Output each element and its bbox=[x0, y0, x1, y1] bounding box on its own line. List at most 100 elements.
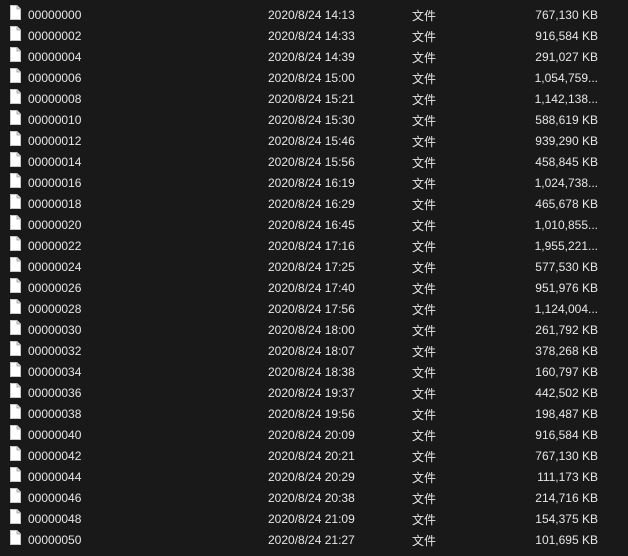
file-size: 1,054,759... bbox=[534, 71, 598, 85]
file-date-modified: 2020/8/24 15:56 bbox=[268, 155, 355, 169]
file-type: 文件 bbox=[412, 261, 437, 275]
file-row[interactable]: 00000030 2020/8/24 18:00 文件 261,792 KB bbox=[0, 319, 628, 340]
file-row[interactable]: 00000002 2020/8/24 14:33 文件 916,584 KB bbox=[0, 25, 628, 46]
file-type: 文件 bbox=[412, 513, 437, 527]
file-size: 939,290 KB bbox=[535, 134, 598, 148]
file-row[interactable]: 00000048 2020/8/24 21:09 文件 154,375 KB bbox=[0, 508, 628, 529]
blank-file-icon bbox=[10, 152, 21, 167]
file-row[interactable]: 00000010 2020/8/24 15:30 文件 588,619 KB bbox=[0, 109, 628, 130]
file-size: 916,584 KB bbox=[535, 29, 598, 43]
file-size: 951,976 KB bbox=[535, 281, 598, 295]
file-size: 767,130 KB bbox=[535, 8, 598, 22]
file-row[interactable]: 00000036 2020/8/24 19:37 文件 442,502 KB bbox=[0, 382, 628, 403]
file-row[interactable]: 00000042 2020/8/24 20:21 文件 767,130 KB bbox=[0, 445, 628, 466]
file-row[interactable]: 00000032 2020/8/24 18:07 文件 378,268 KB bbox=[0, 340, 628, 361]
file-type: 文件 bbox=[412, 450, 437, 464]
blank-file-icon bbox=[10, 47, 21, 62]
file-date-modified: 2020/8/24 14:33 bbox=[268, 29, 355, 43]
file-size: 916,584 KB bbox=[535, 428, 598, 442]
file-type: 文件 bbox=[412, 345, 437, 359]
file-row[interactable]: 00000014 2020/8/24 15:56 文件 458,845 KB bbox=[0, 151, 628, 172]
blank-file-icon bbox=[10, 68, 21, 83]
file-name: 00000008 bbox=[28, 92, 82, 106]
file-name: 00000014 bbox=[28, 155, 82, 169]
file-name: 00000016 bbox=[28, 176, 82, 190]
file-name: 00000046 bbox=[28, 491, 82, 505]
file-name: 00000036 bbox=[28, 386, 82, 400]
file-size: 1,142,138... bbox=[534, 92, 598, 106]
file-date-modified: 2020/8/24 20:29 bbox=[268, 470, 355, 484]
blank-file-icon bbox=[10, 257, 21, 272]
blank-file-icon bbox=[10, 383, 21, 398]
file-type: 文件 bbox=[412, 177, 437, 191]
file-date-modified: 2020/8/24 16:45 bbox=[268, 218, 355, 232]
file-size: 588,619 KB bbox=[535, 113, 598, 127]
file-list: 00000000 2020/8/24 14:13 文件 767,130 KB 00000… bbox=[0, 4, 628, 550]
file-row[interactable]: 00000038 2020/8/24 19:56 文件 198,487 KB bbox=[0, 403, 628, 424]
file-name: 00000002 bbox=[28, 29, 82, 43]
blank-file-icon bbox=[10, 362, 21, 377]
file-size: 458,845 KB bbox=[535, 155, 598, 169]
file-type: 文件 bbox=[412, 219, 437, 233]
file-name: 00000004 bbox=[28, 50, 82, 64]
file-date-modified: 2020/8/24 18:07 bbox=[268, 344, 355, 358]
file-type: 文件 bbox=[412, 408, 437, 422]
file-row[interactable]: 00000050 2020/8/24 21:27 文件 101,695 KB bbox=[0, 529, 628, 550]
blank-file-icon bbox=[10, 488, 21, 503]
file-name: 00000050 bbox=[28, 533, 82, 547]
file-type: 文件 bbox=[412, 282, 437, 296]
file-row[interactable]: 00000006 2020/8/24 15:00 文件 1,054,759... bbox=[0, 67, 628, 88]
file-row[interactable]: 00000034 2020/8/24 18:38 文件 160,797 KB bbox=[0, 361, 628, 382]
file-row[interactable]: 00000022 2020/8/24 17:16 文件 1,955,221... bbox=[0, 235, 628, 256]
file-size: 261,792 KB bbox=[535, 323, 598, 337]
file-type: 文件 bbox=[412, 51, 437, 65]
file-row[interactable]: 00000012 2020/8/24 15:46 文件 939,290 KB bbox=[0, 130, 628, 151]
file-name: 00000038 bbox=[28, 407, 82, 421]
blank-file-icon bbox=[10, 320, 21, 335]
file-name: 00000020 bbox=[28, 218, 82, 232]
file-name: 00000042 bbox=[28, 449, 82, 463]
file-type: 文件 bbox=[412, 324, 437, 338]
file-type: 文件 bbox=[412, 135, 437, 149]
file-row[interactable]: 00000008 2020/8/24 15:21 文件 1,142,138... bbox=[0, 88, 628, 109]
file-size: 1,024,738... bbox=[534, 176, 598, 190]
file-type: 文件 bbox=[412, 492, 437, 506]
file-row[interactable]: 00000040 2020/8/24 20:09 文件 916,584 KB bbox=[0, 424, 628, 445]
file-name: 00000018 bbox=[28, 197, 82, 211]
file-row[interactable]: 00000000 2020/8/24 14:13 文件 767,130 KB bbox=[0, 4, 628, 25]
file-row[interactable]: 00000004 2020/8/24 14:39 文件 291,027 KB bbox=[0, 46, 628, 67]
file-row[interactable]: 00000044 2020/8/24 20:29 文件 111,173 KB bbox=[0, 466, 628, 487]
blank-file-icon bbox=[10, 194, 21, 209]
file-type: 文件 bbox=[412, 156, 437, 170]
blank-file-icon bbox=[10, 89, 21, 104]
file-date-modified: 2020/8/24 15:30 bbox=[268, 113, 355, 127]
file-row[interactable]: 00000026 2020/8/24 17:40 文件 951,976 KB bbox=[0, 277, 628, 298]
blank-file-icon bbox=[10, 341, 21, 356]
file-row[interactable]: 00000020 2020/8/24 16:45 文件 1,010,855... bbox=[0, 214, 628, 235]
blank-file-icon bbox=[10, 236, 21, 251]
file-row[interactable]: 00000024 2020/8/24 17:25 文件 577,530 KB bbox=[0, 256, 628, 277]
file-name: 00000010 bbox=[28, 113, 82, 127]
file-type: 文件 bbox=[412, 387, 437, 401]
file-row[interactable]: 00000018 2020/8/24 16:29 文件 465,678 KB bbox=[0, 193, 628, 214]
file-name: 00000028 bbox=[28, 302, 82, 316]
file-size: 767,130 KB bbox=[535, 449, 598, 463]
blank-file-icon bbox=[10, 509, 21, 524]
file-row[interactable]: 00000028 2020/8/24 17:56 文件 1,124,004... bbox=[0, 298, 628, 319]
file-size: 214,716 KB bbox=[535, 491, 598, 505]
file-date-modified: 2020/8/24 17:40 bbox=[268, 281, 355, 295]
file-type: 文件 bbox=[412, 72, 437, 86]
file-size: 101,695 KB bbox=[535, 533, 598, 547]
file-date-modified: 2020/8/24 19:56 bbox=[268, 407, 355, 421]
blank-file-icon bbox=[10, 299, 21, 314]
blank-file-icon bbox=[10, 404, 21, 419]
file-type: 文件 bbox=[412, 429, 437, 443]
file-row[interactable]: 00000016 2020/8/24 16:19 文件 1,024,738... bbox=[0, 172, 628, 193]
file-date-modified: 2020/8/24 18:38 bbox=[268, 365, 355, 379]
file-date-modified: 2020/8/24 17:56 bbox=[268, 302, 355, 316]
file-type: 文件 bbox=[412, 240, 437, 254]
file-date-modified: 2020/8/24 14:39 bbox=[268, 50, 355, 64]
file-row[interactable]: 00000046 2020/8/24 20:38 文件 214,716 KB bbox=[0, 487, 628, 508]
blank-file-icon bbox=[10, 446, 21, 461]
file-type: 文件 bbox=[412, 534, 437, 548]
